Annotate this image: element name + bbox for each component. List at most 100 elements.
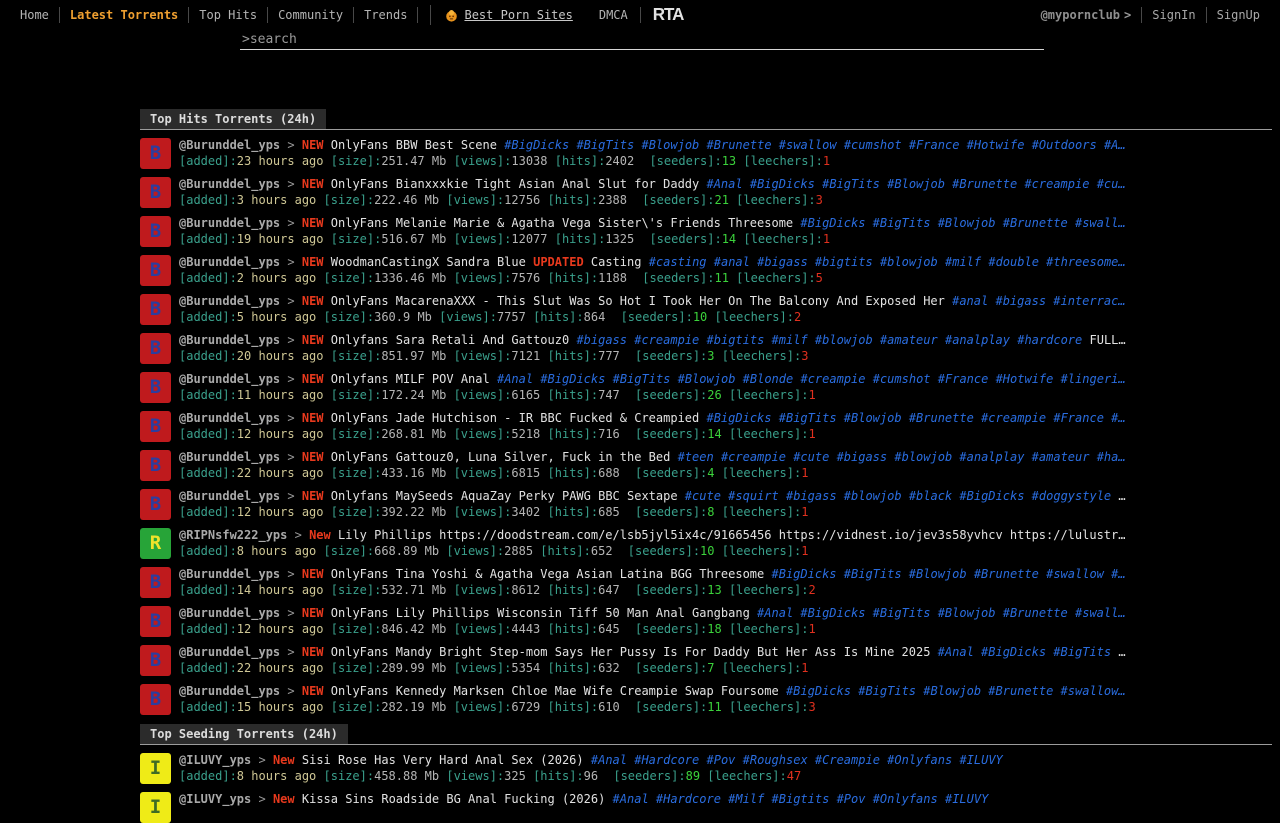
hashtag-link[interactable]: #Brunette: [707, 138, 772, 152]
hashtag-link[interactable]: #Bigtits: [772, 792, 830, 806]
uploader-link[interactable]: @Burunddel_yps: [179, 372, 280, 386]
uploader-link[interactable]: @Burunddel_yps: [179, 645, 280, 659]
uploader-avatar[interactable]: B: [140, 411, 171, 442]
hashtag-link[interactable]: #blowjob: [894, 450, 952, 464]
hashtag-link[interactable]: #black: [909, 489, 952, 503]
torrent-title-link[interactable]: OnlyFans Tina Yoshi & Agatha Vega Asian …: [331, 567, 764, 581]
uploader-avatar[interactable]: B: [140, 606, 171, 637]
hashtag-link[interactable]: #ha…: [1097, 450, 1126, 464]
hashtag-link[interactable]: #interrac…: [1053, 294, 1125, 308]
hashtag-link[interactable]: #double: [988, 255, 1039, 269]
uploader-link[interactable]: @Burunddel_yps: [179, 177, 280, 191]
hashtag-link[interactable]: #BigTits: [858, 684, 916, 698]
uploader-avatar[interactable]: B: [140, 294, 171, 325]
hashtag-link[interactable]: #Blowjob: [938, 606, 996, 620]
hashtag-link[interactable]: #creampie: [721, 450, 786, 464]
torrent-title-link[interactable]: OnlyFans Kennedy Marksen Chloe Mae Wife …: [331, 684, 779, 698]
uploader-link[interactable]: @Burunddel_yps: [179, 216, 280, 230]
hashtag-link[interactable]: #…: [1111, 411, 1125, 425]
torrent-title-link[interactable]: OnlyFans Jade Hutchison - IR BBC Fucked …: [331, 411, 699, 425]
torrent-title-link[interactable]: Casting: [591, 255, 642, 269]
hashtag-link[interactable]: #bigtits: [815, 255, 873, 269]
nav-item-home[interactable]: Home: [10, 7, 60, 23]
hashtag-link[interactable]: #BigTits: [873, 606, 931, 620]
hashtag-link[interactable]: #Blowjob: [923, 684, 981, 698]
uploader-link[interactable]: @ILUVY_yps: [179, 753, 251, 767]
hashtag-link[interactable]: #BigTits: [873, 216, 931, 230]
torrent-title-link[interactable]: WoodmanCastingX Sandra Blue: [331, 255, 526, 269]
hashtag-link[interactable]: #doggystyle: [1032, 489, 1111, 503]
hashtag-link[interactable]: #Anal: [613, 792, 649, 806]
torrent-title-link[interactable]: OnlyFans BBW Best Scene: [331, 138, 497, 152]
nav-item-community[interactable]: Community: [268, 7, 354, 23]
hashtag-link[interactable]: #Hardcore: [656, 792, 721, 806]
torrent-title-link[interactable]: …: [1118, 645, 1125, 659]
hashtag-link[interactable]: #France: [909, 138, 960, 152]
dmca-link[interactable]: DMCA: [599, 8, 628, 22]
torrent-title-link[interactable]: OnlyFans Lily Phillips Wisconsin Tiff 50…: [331, 606, 750, 620]
hashtag-link[interactable]: #milf: [772, 333, 808, 347]
uploader-avatar[interactable]: B: [140, 333, 171, 364]
hashtag-link[interactable]: #bigass: [837, 450, 888, 464]
uploader-avatar[interactable]: B: [140, 684, 171, 715]
hashtag-link[interactable]: #BigDicks: [981, 645, 1046, 659]
uploader-avatar[interactable]: I: [140, 753, 171, 784]
torrent-title-link[interactable]: FULL…: [1090, 333, 1126, 347]
hashtag-link[interactable]: #amateur: [880, 333, 938, 347]
hashtag-link[interactable]: #A…: [1104, 138, 1126, 152]
hashtag-link[interactable]: #cu…: [1097, 177, 1126, 191]
uploader-link[interactable]: @Burunddel_yps: [179, 333, 280, 347]
uploader-avatar[interactable]: B: [140, 567, 171, 598]
hashtag-link[interactable]: #BigDicks: [786, 684, 851, 698]
hashtag-link[interactable]: #Anal: [757, 606, 793, 620]
hashtag-link[interactable]: #Hotwife: [967, 138, 1025, 152]
hashtag-link[interactable]: #anal: [714, 255, 750, 269]
torrent-title-link[interactable]: OnlyFans Bianxxxkie Tight Asian Anal Slu…: [331, 177, 699, 191]
torrent-title-link[interactable]: OnlyFans Gattouz0, Luna Silver, Fuck in …: [331, 450, 671, 464]
hashtag-link[interactable]: #Outdoors: [1032, 138, 1097, 152]
hashtag-link[interactable]: #teen: [678, 450, 714, 464]
torrent-title-link[interactable]: Kissa Sins Roadside BG Anal Fucking (202…: [302, 792, 605, 806]
hashtag-link[interactable]: #BigTits: [779, 411, 837, 425]
hashtag-link[interactable]: #cumshot: [844, 138, 902, 152]
uploader-avatar[interactable]: B: [140, 138, 171, 169]
hashtag-link[interactable]: #Anal: [706, 177, 742, 191]
hashtag-link[interactable]: #ILUVY: [945, 792, 988, 806]
hashtag-link[interactable]: #Brunette: [1003, 216, 1068, 230]
uploader-avatar[interactable]: B: [140, 216, 171, 247]
hashtag-link[interactable]: #bigass: [995, 294, 1046, 308]
hashtag-link[interactable]: #Blowjob: [641, 138, 699, 152]
hashtag-link[interactable]: #BigTits: [1053, 645, 1111, 659]
hashtag-link[interactable]: #Anal: [497, 372, 533, 386]
hashtag-link[interactable]: #France: [1053, 411, 1104, 425]
uploader-avatar[interactable]: B: [140, 645, 171, 676]
hashtag-link[interactable]: #Brunette: [974, 567, 1039, 581]
hashtag-link[interactable]: #BigDicks: [540, 372, 605, 386]
hashtag-link[interactable]: #Hardcore: [634, 753, 699, 767]
hashtag-link[interactable]: #milf: [945, 255, 981, 269]
uploader-link[interactable]: @Burunddel_yps: [179, 684, 280, 698]
hashtag-link[interactable]: #Anal: [591, 753, 627, 767]
hashtag-link[interactable]: #bigtits: [707, 333, 765, 347]
hashtag-link[interactable]: #amateur: [1032, 450, 1090, 464]
hashtag-link[interactable]: #anal: [952, 294, 988, 308]
search-input[interactable]: [240, 30, 1044, 50]
hashtag-link[interactable]: #Blowjob: [844, 411, 902, 425]
torrent-title-link[interactable]: Sisi Rose Has Very Hard Anal Sex (2026): [302, 753, 584, 767]
hashtag-link[interactable]: #BigTits: [844, 567, 902, 581]
hashtag-link[interactable]: #BigTits: [822, 177, 880, 191]
uploader-link[interactable]: @Burunddel_yps: [179, 294, 280, 308]
uploader-link[interactable]: @Burunddel_yps: [179, 450, 280, 464]
torrent-title-link[interactable]: Onlyfans MILF POV Anal: [331, 372, 490, 386]
uploader-avatar[interactable]: B: [140, 255, 171, 286]
hashtag-link[interactable]: #cumshot: [873, 372, 931, 386]
hashtag-link[interactable]: #Creampie: [815, 753, 880, 767]
hashtag-link[interactable]: #BigDicks: [504, 138, 569, 152]
torrent-title-link[interactable]: …: [1118, 489, 1125, 503]
hashtag-link[interactable]: #bigass: [576, 333, 627, 347]
hashtag-link[interactable]: #blowjob: [880, 255, 938, 269]
torrent-title-link[interactable]: OnlyFans MacarenaXXX - This Slut Was So …: [331, 294, 945, 308]
hashtag-link[interactable]: #analplay: [945, 333, 1010, 347]
hashtag-link[interactable]: #BigTits: [576, 138, 634, 152]
hashtag-link[interactable]: #Brunette: [1003, 606, 1068, 620]
